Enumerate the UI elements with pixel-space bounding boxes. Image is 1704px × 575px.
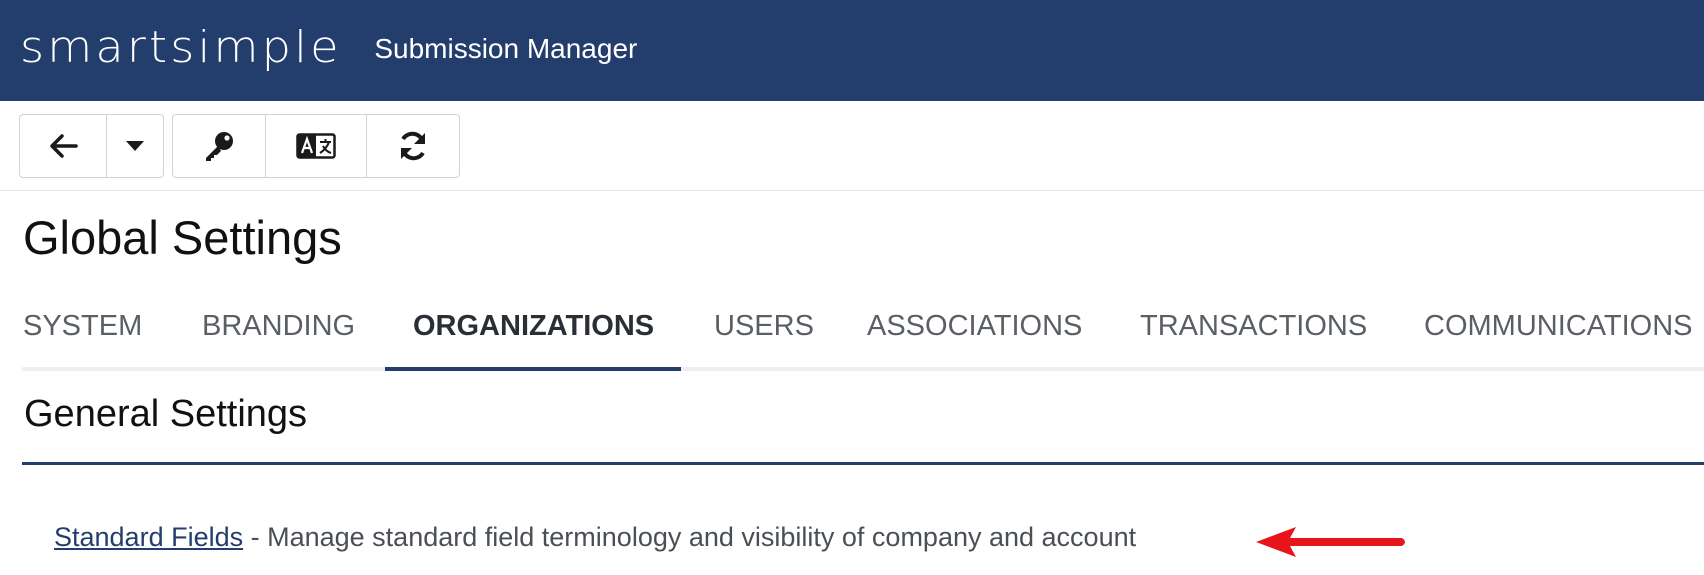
tab-communications[interactable]: COMMUNICATIONS <box>1424 310 1693 343</box>
page-title: Global Settings <box>23 211 342 264</box>
language-icon <box>296 133 336 159</box>
history-dropdown-button[interactable] <box>107 115 163 177</box>
list-item: Standard Fields - Manage standard field … <box>54 522 1136 553</box>
app-title: Submission Manager <box>374 32 638 64</box>
toolbar <box>19 114 460 178</box>
standard-fields-description: - Manage standard field terminology and … <box>243 522 1137 552</box>
caret-down-icon <box>126 141 144 151</box>
settings-tabs: SYSTEM BRANDING ORGANIZATIONS USERS ASSO… <box>0 300 1704 370</box>
permissions-key-button[interactable] <box>173 115 266 177</box>
standard-fields-link[interactable]: Standard Fields <box>54 522 243 552</box>
tab-branding[interactable]: BRANDING <box>202 310 355 343</box>
smartsimple-logo[interactable]: smartsimple <box>20 22 342 73</box>
tab-associations[interactable]: ASSOCIATIONS <box>867 310 1082 343</box>
tab-organizations[interactable]: ORGANIZATIONS <box>413 310 654 343</box>
section-divider <box>22 462 1704 465</box>
tools-button-group <box>172 114 460 178</box>
translation-button[interactable] <box>266 115 367 177</box>
red-arrow-icon <box>1256 527 1405 557</box>
toolbar-divider <box>0 190 1704 191</box>
active-tab-indicator <box>385 367 681 371</box>
tab-system[interactable]: SYSTEM <box>23 310 142 343</box>
arrow-left-icon <box>50 134 78 158</box>
tab-transactions[interactable]: TRANSACTIONS <box>1140 310 1367 343</box>
refresh-icon <box>401 131 425 161</box>
tabs-baseline <box>22 367 1704 371</box>
navigation-button-group <box>19 114 164 178</box>
back-button[interactable] <box>20 115 107 177</box>
key-icon <box>206 132 233 161</box>
tab-users[interactable]: USERS <box>714 310 814 343</box>
section-title: General Settings <box>24 393 308 435</box>
top-header-bar: smartsimple Submission Manager <box>0 0 1704 101</box>
refresh-button[interactable] <box>367 115 459 177</box>
